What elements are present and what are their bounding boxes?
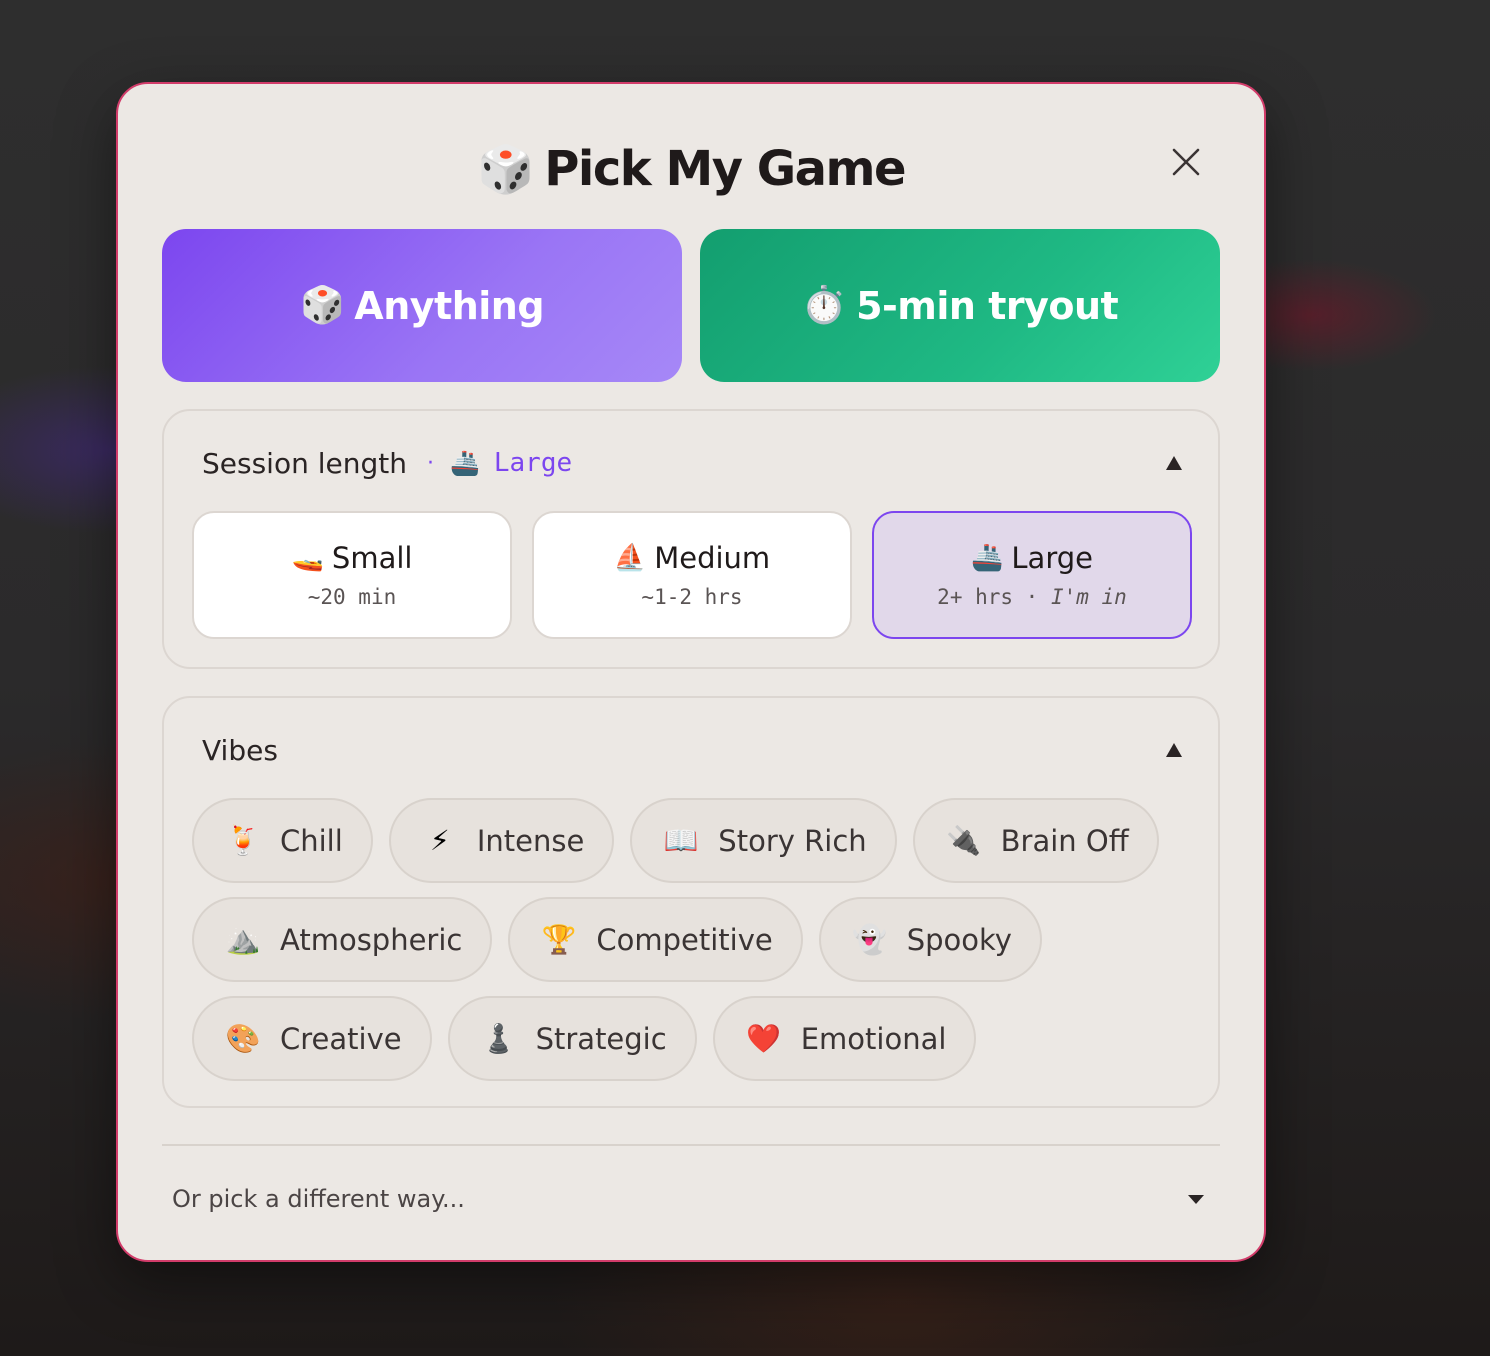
- dice-icon: 🎲: [476, 142, 535, 196]
- ship-icon: 🚢: [971, 543, 1004, 573]
- anything-label: Anything: [354, 283, 545, 328]
- alternate-pick-label: Or pick a different way...: [172, 1185, 465, 1213]
- vibe-chip-chill[interactable]: 🍹 Chill: [192, 798, 373, 883]
- trophy-icon: 🏆: [541, 923, 577, 956]
- vibe-chip-creative[interactable]: 🎨 Creative: [192, 996, 432, 1081]
- size-option-label: Small: [331, 541, 413, 575]
- vibe-chip-label: Chill: [280, 823, 343, 858]
- heart-icon: ❤️: [746, 1022, 782, 1055]
- collapse-caret-icon[interactable]: [1166, 743, 1182, 757]
- vibe-chip-competitive[interactable]: 🏆 Competitive: [508, 897, 803, 982]
- modal-title: Pick My Game: [544, 141, 906, 197]
- vibe-chip-label: Emotional: [800, 1021, 947, 1056]
- session-length-header[interactable]: Session length · 🚢 Large: [202, 441, 1182, 485]
- vibe-chip-intense[interactable]: ⚡ Intense: [388, 798, 615, 883]
- session-length-selected: Large: [493, 448, 573, 478]
- dice-icon: 🎲: [299, 284, 345, 326]
- session-size-options: 🚤 Small ~20 min ⛵ Medium ~1-2 hrs 🚢 Larg…: [192, 511, 1192, 639]
- tryout-button[interactable]: ⏱️ 5-min tryout: [700, 229, 1220, 382]
- pick-my-game-modal: 🎲 Pick My Game 🎲 Anything ⏱️ 5-min tryou…: [116, 82, 1266, 1262]
- footer-divider: [162, 1144, 1220, 1146]
- vibe-chips: 🍹 Chill ⚡ Intense 📖 Story Rich 🔌 Brain O…: [192, 798, 1192, 1095]
- vibe-chip-brain-off[interactable]: 🔌 Brain Off: [912, 798, 1159, 883]
- chess-pawn-icon: ♟️: [481, 1022, 517, 1055]
- vibe-chip-atmospheric[interactable]: ⛰️ Atmospheric: [192, 897, 493, 982]
- stopwatch-icon: ⏱️: [801, 284, 847, 326]
- mountain-icon: ⛰️: [225, 923, 261, 956]
- anything-button[interactable]: 🎲 Anything: [162, 229, 682, 382]
- plug-icon: 🔌: [946, 824, 982, 857]
- alternate-pick-dropdown[interactable]: Or pick a different way...: [172, 1179, 1204, 1219]
- vibe-chip-label: Brain Off: [1000, 823, 1129, 858]
- close-icon: [1172, 148, 1200, 176]
- vibe-chip-story-rich[interactable]: 📖 Story Rich: [630, 798, 897, 883]
- vibe-chip-label: Competitive: [596, 922, 773, 957]
- size-option-duration: ~1-2 hrs: [641, 585, 743, 609]
- modal-header: 🎲 Pick My Game: [118, 134, 1264, 204]
- vibe-chip-label: Story Rich: [718, 823, 867, 858]
- vibe-chip-label: Spooky: [906, 922, 1012, 957]
- vibe-chip-label: Intense: [476, 823, 585, 858]
- size-option-medium[interactable]: ⛵ Medium ~1-2 hrs: [532, 511, 852, 639]
- tryout-label: 5-min tryout: [856, 283, 1119, 328]
- book-icon: 📖: [663, 824, 699, 857]
- size-option-label: Medium: [654, 541, 771, 575]
- chevron-down-icon: [1188, 1194, 1204, 1204]
- close-button[interactable]: [1166, 142, 1206, 182]
- session-length-panel: Session length · 🚢 Large 🚤 Small ~20 min…: [162, 409, 1220, 669]
- palette-icon: 🎨: [225, 1022, 261, 1055]
- drink-icon: 🍹: [225, 824, 261, 857]
- size-option-label: Large: [1011, 541, 1093, 575]
- vibe-chip-label: Atmospheric: [280, 922, 463, 957]
- vibe-chip-strategic[interactable]: ♟️ Strategic: [447, 996, 697, 1081]
- size-option-tagline: I'm in: [1050, 585, 1127, 609]
- sailboat-icon: ⛵: [613, 543, 647, 573]
- size-option-duration: ~20 min: [307, 585, 397, 609]
- session-length-title: Session length: [202, 446, 407, 480]
- vibes-panel: Vibes 🍹 Chill ⚡ Intense 📖 Story Rich 🔌 B…: [162, 696, 1220, 1108]
- size-option-small[interactable]: 🚤 Small ~20 min: [192, 511, 512, 639]
- ship-icon: 🚢: [449, 449, 480, 477]
- collapse-caret-icon[interactable]: [1166, 456, 1182, 470]
- vibe-chip-emotional[interactable]: ❤️ Emotional: [712, 996, 977, 1081]
- size-option-large[interactable]: 🚢 Large 2+ hrs · I'm in: [872, 511, 1192, 639]
- size-option-duration: 2+ hrs ·: [937, 585, 1051, 609]
- speedboat-icon: 🚤: [291, 543, 324, 573]
- lightning-icon: ⚡: [429, 824, 450, 857]
- vibe-chip-spooky[interactable]: 👻 Spooky: [818, 897, 1042, 982]
- vibe-chip-label: Creative: [280, 1021, 402, 1056]
- ghost-icon: 👻: [852, 923, 888, 956]
- vibes-header[interactable]: Vibes: [202, 728, 1182, 772]
- separator-dot: ·: [426, 450, 434, 476]
- vibe-chip-label: Strategic: [535, 1021, 667, 1056]
- vibes-title: Vibes: [202, 733, 278, 767]
